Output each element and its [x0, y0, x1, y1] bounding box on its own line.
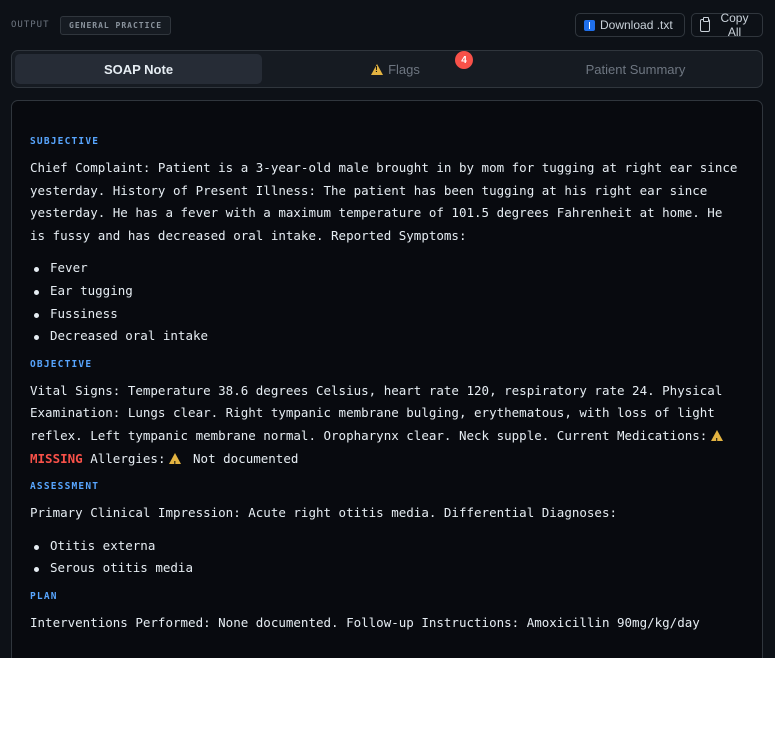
- subjective-text: Chief Complaint: Patient is a 3-year-old…: [30, 160, 738, 243]
- list-item: Serous otitis media: [30, 557, 744, 580]
- plan-text: Interventions Performed: None documented…: [30, 614, 700, 630]
- clipboard-icon: [700, 16, 710, 32]
- objective-paragraph: Vital Signs: Temperature 38.6 degrees Ce…: [30, 380, 744, 476]
- assessment-text: Primary Clinical Impression: Acute right…: [30, 505, 617, 521]
- list-item: Fever: [30, 257, 744, 280]
- differential-list: Otitis externa Serous otitis media: [30, 535, 744, 580]
- download-icon: [584, 19, 595, 31]
- symptom-list: Fever Ear tugging Fussiness Decreased or…: [30, 257, 744, 347]
- list-item: Ear tugging: [30, 280, 744, 303]
- section-heading-plan: PLAN: [30, 590, 58, 602]
- copy-label: Copy All: [720, 11, 749, 39]
- soap-note-panel: SUBJECTIVE Chief Complaint: Patient is a…: [11, 100, 763, 658]
- app-window: OUTPUT GENERAL PRACTICE Download .txt Co…: [0, 0, 775, 658]
- warning-icon: [169, 452, 182, 476]
- download-button[interactable]: Download .txt: [575, 13, 685, 37]
- section-heading-subjective: SUBJECTIVE: [30, 136, 100, 147]
- mode-badge: GENERAL PRACTICE: [60, 16, 172, 35]
- tab-label: Patient Summary: [585, 61, 686, 77]
- section-heading-assessment: ASSESSMENT: [30, 481, 100, 493]
- tab-label: SOAP Note: [103, 61, 174, 77]
- list-item: Fussiness: [30, 303, 744, 326]
- section-heading-objective: OBJECTIVE: [30, 358, 93, 370]
- output-header: OUTPUT GENERAL PRACTICE Download .txt Co…: [0, 11, 775, 40]
- copy-all-button[interactable]: Copy All: [691, 11, 763, 39]
- tab-flags[interactable]: Flags: [272, 54, 519, 84]
- tab-bar: SOAP Note Flags Patient Summary: [11, 50, 763, 88]
- missing-flag: MISSING: [30, 450, 83, 466]
- allergies-label: Allergies:: [90, 450, 166, 466]
- list-item: Otitis externa: [30, 535, 744, 558]
- download-label: Download .txt: [600, 18, 673, 32]
- tab-label: Flags: [388, 61, 420, 77]
- tab-patient-summary[interactable]: Patient Summary: [512, 54, 759, 84]
- list-item: Decreased oral intake: [30, 325, 744, 348]
- allergies-value: Not documented: [193, 450, 299, 466]
- warning-icon: [711, 429, 724, 454]
- warning-icon: [371, 63, 384, 75]
- output-label: OUTPUT: [11, 20, 50, 30]
- flags-count-badge: 4: [455, 51, 473, 69]
- tab-soap-note[interactable]: SOAP Note: [15, 54, 262, 84]
- objective-text: Vital Signs: Temperature 38.6 degrees Ce…: [30, 382, 723, 443]
